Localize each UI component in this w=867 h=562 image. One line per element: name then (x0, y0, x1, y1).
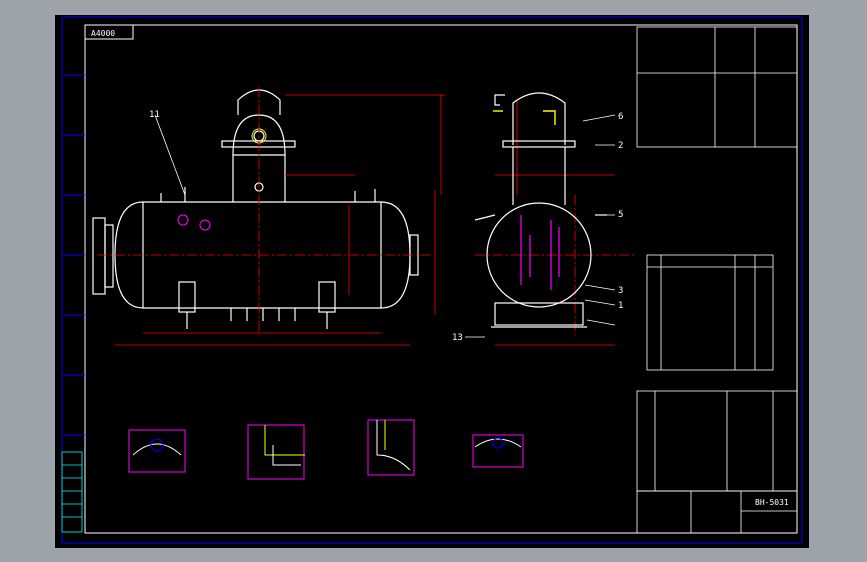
part-label-5: 5 (618, 210, 623, 220)
left-zone-ticks (62, 74, 85, 436)
part-label-1: 1 (618, 301, 623, 311)
detail-view-3 (367, 419, 415, 476)
technical-data-table (636, 26, 798, 148)
leader-lines (154, 114, 616, 338)
horizontal-vessel (92, 89, 419, 329)
parts-list-table (636, 390, 798, 492)
detail-view-1 (128, 429, 186, 473)
part-label-6: 6 (618, 112, 623, 122)
side-view-internals (520, 215, 560, 290)
nozzle-table (646, 254, 774, 371)
side-view-marks (493, 110, 556, 125)
detail-view-2 (247, 424, 305, 480)
part-label-11: 11 (149, 110, 160, 120)
detail-view-4 (472, 434, 524, 468)
part-label-13: 13 (452, 333, 463, 343)
revision-strip (61, 451, 83, 533)
drawing-canvas: A4000 11 6 5 2 3 1 13 BH-5031 (61, 16, 803, 544)
cad-viewport[interactable]: A4000 11 6 5 2 3 1 13 BH-5031 (55, 15, 809, 548)
outer-frame (61, 16, 803, 544)
title-tab: A4000 (91, 29, 115, 38)
side-view-vessel (474, 92, 607, 328)
part-label-3: 3 (618, 286, 623, 296)
part-label-2: 2 (618, 141, 623, 151)
title-block-code: BH-5031 (755, 498, 789, 507)
